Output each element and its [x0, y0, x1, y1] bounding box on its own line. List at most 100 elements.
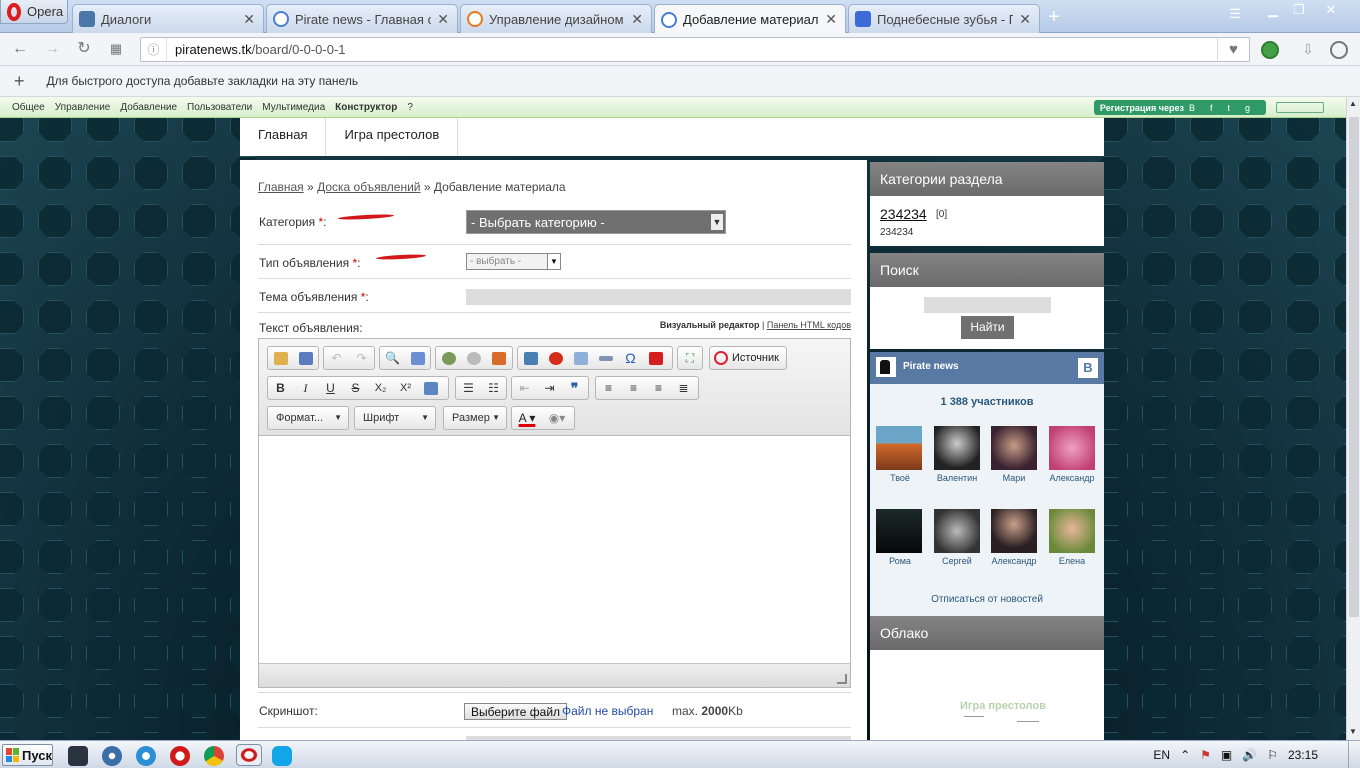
media-player-icon[interactable]	[102, 746, 122, 766]
ucoz-menu-users[interactable]: Пользователи	[187, 102, 252, 113]
flash-icon[interactable]	[543, 347, 568, 369]
indent-icon[interactable]: ⇥	[537, 377, 562, 399]
search-button[interactable]: Найти	[961, 316, 1014, 339]
image-icon[interactable]	[518, 347, 543, 369]
tray-network-off-icon[interactable]: ⚑	[1200, 748, 1211, 762]
member-name[interactable]: Твоё	[870, 473, 930, 483]
find-icon[interactable]: 🔍	[380, 347, 405, 369]
visual-editor-link[interactable]: Визуальный редактор	[660, 320, 760, 330]
internet-explorer-icon[interactable]	[136, 746, 156, 766]
account-icon[interactable]	[1330, 41, 1348, 59]
skype-icon[interactable]	[272, 746, 292, 766]
replace-icon[interactable]	[405, 347, 430, 369]
member-name[interactable]: Рома	[870, 556, 930, 566]
minimize-icon[interactable]: ▁	[1262, 2, 1284, 20]
align-left-icon[interactable]: ≡	[596, 377, 621, 399]
unlink-icon[interactable]	[461, 347, 486, 369]
member-name[interactable]: Александр	[984, 556, 1044, 566]
twitter-icon[interactable]: t	[1227, 103, 1230, 113]
topic-input[interactable]	[466, 289, 851, 305]
nav-game-of-thrones[interactable]: Игра престолов	[326, 118, 459, 156]
member-name[interactable]: Валентин	[927, 473, 987, 483]
reload-icon[interactable]: ↻	[72, 39, 96, 61]
nav-home[interactable]: Главная	[240, 118, 327, 156]
tab-menu-icon[interactable]: ☰	[1224, 6, 1246, 24]
type-select[interactable]: - выбрать - ▼	[466, 253, 561, 270]
close-tab-icon[interactable]: ✕	[437, 11, 449, 28]
avatar[interactable]	[1049, 509, 1095, 553]
choose-file-button[interactable]: Выберите файл	[464, 703, 568, 720]
ucoz-menu-manage[interactable]: Управление	[55, 102, 111, 113]
register-via-social[interactable]: Регистрация через B f t g	[1093, 100, 1266, 115]
group-logo-icon[interactable]	[876, 357, 896, 377]
bullet-list-icon[interactable]: ☷	[481, 377, 506, 399]
avatar[interactable]	[934, 509, 980, 553]
vk-group-name[interactable]: Pirate news	[903, 361, 959, 372]
bookmark-heart-icon[interactable]: ♥	[1217, 38, 1249, 61]
scrollbar-thumb[interactable]	[1349, 117, 1359, 617]
source-button[interactable]: Источник	[709, 346, 787, 370]
underline-icon[interactable]: U	[318, 377, 343, 399]
speed-dial-grid-icon[interactable]: ▦	[104, 39, 128, 61]
vk-unsubscribe-link[interactable]: Отписаться от новостей	[870, 594, 1104, 605]
opera-taskbar-icon[interactable]	[170, 746, 190, 766]
vk-icon[interactable]: B	[1189, 103, 1195, 113]
avatar[interactable]	[991, 509, 1037, 553]
opera-active-taskbar-icon[interactable]	[236, 744, 262, 766]
cloud-tag-small[interactable]	[1017, 721, 1039, 722]
avatar[interactable]	[1049, 426, 1095, 470]
remove-format-icon[interactable]	[418, 377, 443, 399]
avatar[interactable]	[876, 509, 922, 553]
avatar[interactable]	[876, 426, 922, 470]
background-color-icon[interactable]: ◉▾	[542, 407, 572, 429]
back-arrow-icon[interactable]: ←	[8, 39, 32, 61]
forward-arrow-icon[interactable]: →	[40, 39, 64, 61]
category-link[interactable]: 234234	[880, 206, 927, 222]
ucoz-menu-multimedia[interactable]: Мультимедиа	[262, 102, 325, 113]
format-dropdown[interactable]: Формат... ▼	[267, 406, 349, 430]
align-right-icon[interactable]: ≡	[646, 377, 671, 399]
tab-teeth[interactable]: Поднебесные зубья - По ✕	[848, 4, 1040, 33]
blockquote-icon[interactable]: ❞	[562, 377, 587, 399]
horizontal-line-icon[interactable]	[593, 347, 618, 369]
superscript-icon[interactable]: X²	[393, 377, 418, 399]
tray-volume-icon[interactable]: 🔊	[1242, 748, 1257, 762]
download-icon[interactable]: ⇩	[1296, 39, 1320, 61]
close-tab-icon[interactable]: ✕	[243, 11, 255, 28]
special-char-omega-icon[interactable]: Ω	[618, 347, 643, 369]
search-input[interactable]	[924, 297, 1051, 313]
close-window-icon[interactable]: ✕	[1320, 2, 1342, 20]
italic-icon[interactable]: I	[293, 377, 318, 399]
cloud-tag-small[interactable]	[964, 716, 984, 717]
start-button[interactable]: Пуск	[2, 744, 53, 766]
numbered-list-icon[interactable]: ☰	[456, 377, 481, 399]
avatar[interactable]	[934, 426, 980, 470]
language-indicator[interactable]: EN	[1153, 748, 1170, 762]
chrome-icon[interactable]	[204, 746, 224, 766]
anchor-flag-icon[interactable]	[486, 347, 511, 369]
resize-handle-icon[interactable]	[837, 674, 847, 684]
member-name[interactable]: Сергей	[927, 556, 987, 566]
html-panel-link[interactable]: Панель HTML кодов	[767, 320, 851, 330]
undo-icon[interactable]: ↶	[324, 347, 349, 369]
close-tab-icon[interactable]: ✕	[825, 11, 837, 28]
align-justify-icon[interactable]: ≣	[671, 377, 696, 399]
ucoz-menu-help[interactable]: ?	[407, 102, 413, 113]
tab-dialogs[interactable]: Диалоги ✕	[72, 4, 264, 33]
ucoz-menu-general[interactable]: Общее	[12, 102, 45, 113]
outdent-icon[interactable]: ⇤	[512, 377, 537, 399]
url-field[interactable]: ⓘ piratenews.tk/board/0-0-0-0-1 ♥	[140, 37, 1250, 62]
member-name[interactable]: Елена	[1042, 556, 1102, 566]
scroll-up-icon[interactable]: ▲	[1349, 99, 1357, 108]
vk-logo-icon[interactable]: B	[1078, 358, 1098, 378]
extension-power-icon[interactable]	[1261, 41, 1279, 59]
member-name[interactable]: Александр	[1042, 473, 1102, 483]
templates-icon[interactable]	[268, 347, 293, 369]
text-color-icon[interactable]: A ▾	[512, 407, 542, 429]
restore-icon[interactable]: ❐	[1288, 2, 1310, 20]
tab-design[interactable]: Управление дизайном - Г ✕	[460, 4, 652, 33]
subscript-icon[interactable]: X₂	[368, 377, 393, 399]
close-tab-icon[interactable]: ✕	[1019, 11, 1031, 28]
breadcrumb-board[interactable]: Доска объявлений	[317, 180, 420, 194]
tab-add-material[interactable]: Добавление материала - ✕	[654, 4, 846, 34]
